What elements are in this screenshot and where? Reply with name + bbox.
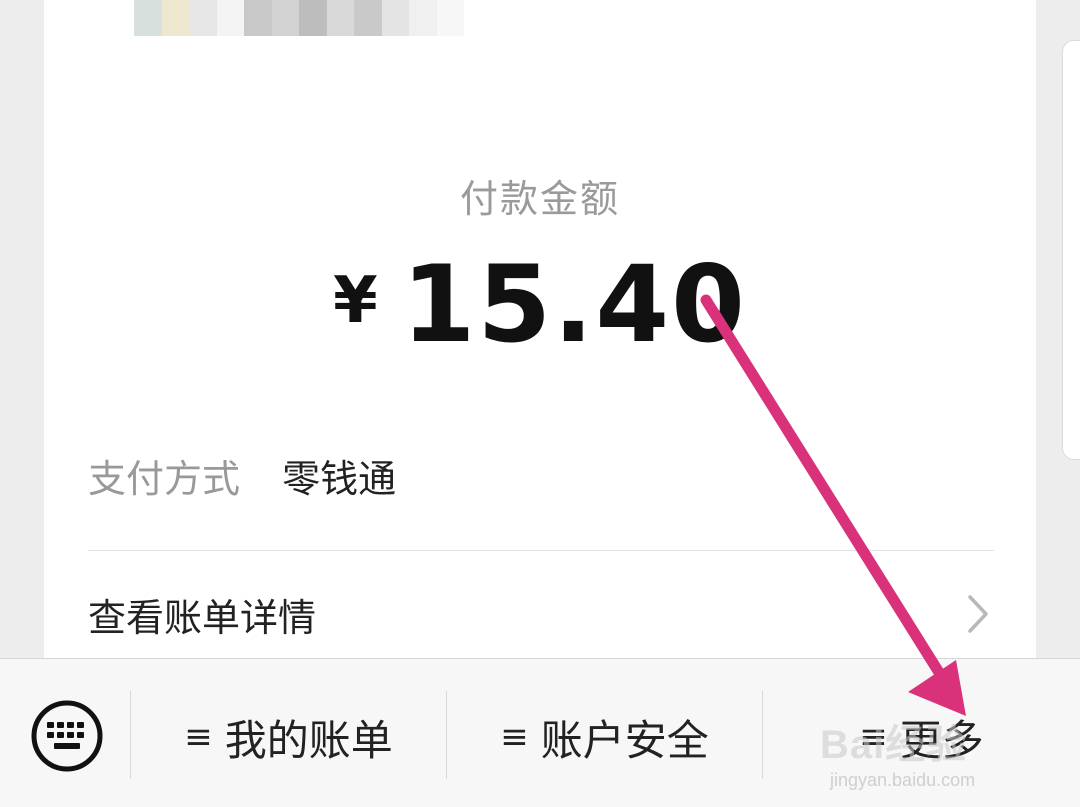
watermark-url: jingyan.baidu.com [830,770,976,790]
baidu-jingyan-watermark: Bai经验 jingyan.baidu.com [820,712,1040,792]
menu-icon: ≡ [184,717,213,757]
amount-row: ¥ 15.40 [44,252,1036,358]
tab-account-security[interactable]: ≡ 账户安全 [447,709,762,765]
tab-my-bills[interactable]: ≡ 我的账单 [131,709,446,765]
view-bill-details-label: 查看账单详情 [88,595,317,640]
payment-amount: 15.40 [401,243,747,366]
payment-method-label: 支付方式 [88,457,241,501]
payment-card: 付款金额 ¥ 15.40 [44,0,1036,660]
adjacent-card-edge [1062,40,1080,460]
watermark-logo-text: Bai经验 [820,723,968,767]
payment-amount-label: 付款金额 [459,177,620,221]
tab-my-bills-label: 我的账单 [224,715,393,765]
view-bill-details-row[interactable]: 查看账单详情 [88,586,998,642]
chevron-right-icon [968,595,988,633]
payment-method-value: 零钱通 [282,457,397,501]
keyboard-icon[interactable] [30,699,104,773]
payment-method-row: 支付方式 零钱通 [88,448,396,503]
blurred-merchant-name [134,0,464,36]
menu-icon: ≡ [500,717,529,757]
divider [88,550,994,551]
tab-account-security-label: 账户安全 [540,715,709,765]
currency-symbol: ¥ [333,264,378,338]
